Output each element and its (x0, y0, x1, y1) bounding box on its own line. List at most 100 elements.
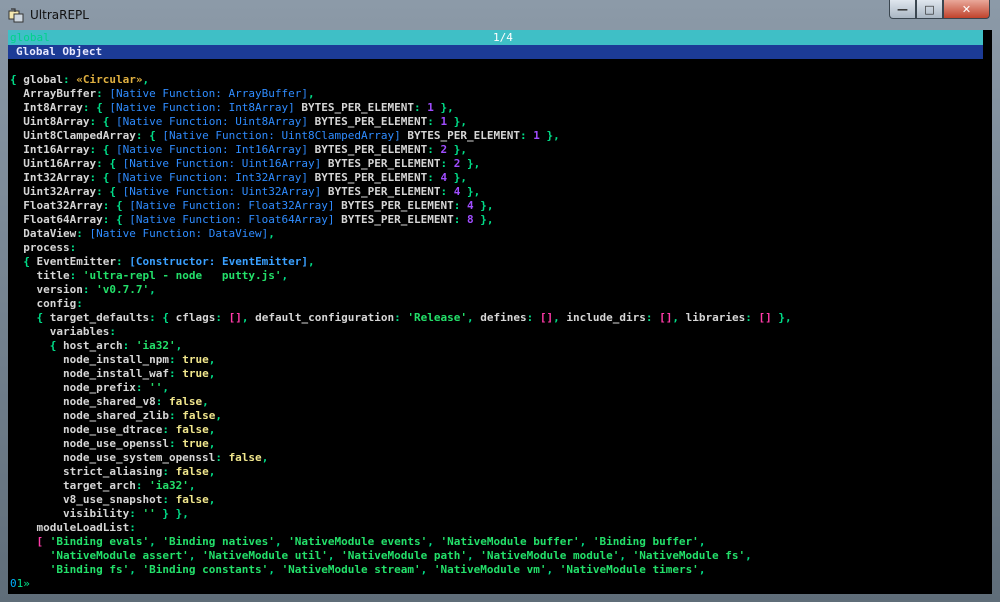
output-token: }, (460, 185, 481, 198)
output-line: moduleLoadList: (10, 521, 792, 535)
output-line: strict_aliasing: false, (10, 465, 792, 479)
output-token: 'ia32' (135, 339, 176, 352)
output-token: , (208, 367, 216, 380)
output-token: [Native Function: Uint8Array] (115, 115, 309, 128)
output-line: node_use_openssl: true, (10, 437, 792, 451)
output-token: true (182, 353, 209, 366)
output-token: { (10, 311, 50, 324)
output-line: Float64Array: { [Native Function: Float6… (10, 213, 792, 227)
output-token: false (175, 423, 209, 436)
output-token: : { (96, 157, 123, 170)
output-line: visibility: '' } }, (10, 507, 792, 521)
output-token: [Native Function: Float64Array] (129, 213, 335, 226)
context-tab-name[interactable]: global (10, 31, 50, 44)
output-token: , (142, 73, 150, 86)
output-token: node_shared_v8 (10, 395, 156, 408)
output-token: 'ia32' (149, 479, 189, 492)
output-token: , (672, 311, 686, 324)
context-tab-bar[interactable]: global 1/4 (8, 30, 983, 45)
output-token: 1 (533, 129, 540, 142)
output-token: include_dirs (566, 311, 646, 324)
output-token: : (427, 143, 441, 156)
output-line: 'NativeModule assert', 'NativeModule uti… (10, 549, 792, 563)
output-token: : (122, 339, 136, 352)
minimize-icon: — (897, 2, 908, 16)
output-token: : (427, 115, 441, 128)
output-token: , (175, 339, 183, 352)
page-indicator: 1/4 (493, 31, 513, 44)
output-token: }, (473, 213, 494, 226)
output-token: : (162, 493, 176, 506)
output-token: Uint8ClampedArray (10, 129, 136, 142)
output-token: , (420, 563, 434, 576)
output-token: BYTES_PER_ELEMENT (334, 213, 454, 226)
output-token: Uint8Array (10, 115, 90, 128)
output-token: false (175, 465, 209, 478)
output-token: , (208, 493, 216, 506)
output-token: : (453, 199, 467, 212)
output-token: , (327, 549, 342, 562)
output-line: node_shared_zlib: false, (10, 409, 792, 423)
output-token: : (440, 157, 454, 170)
output-token: : (96, 87, 110, 100)
output-token: [] (539, 311, 554, 324)
output-token: [Native Function: ArrayBuffer] (109, 87, 309, 100)
output-line: node_install_npm: true, (10, 353, 792, 367)
output-line: target_arch: 'ia32', (10, 479, 792, 493)
output-token: , (149, 283, 156, 296)
output-token: EventEmitter (36, 255, 116, 268)
output-token: , (698, 563, 706, 576)
output-token: 'NativeModule fs' (632, 549, 746, 562)
repl-prompt[interactable]: 01» (10, 577, 30, 591)
repl-output: { global: «Circular», ArrayBuffer: [Nati… (10, 73, 792, 577)
output-token: , (698, 535, 706, 548)
output-token: , (467, 549, 481, 562)
output-token: BYTES_PER_ELEMENT (308, 143, 428, 156)
output-token: , (261, 451, 269, 464)
window-titlebar[interactable]: UltraREPL — □ ✕ (0, 0, 1000, 30)
output-token: BYTES_PER_ELEMENT (308, 171, 428, 184)
output-token: 'v0.7.7' (96, 283, 150, 296)
output-token: : (135, 381, 150, 394)
output-token: } }, (155, 507, 189, 520)
output-token: , (274, 535, 289, 548)
output-token: node_use_openssl (10, 437, 169, 450)
output-token: , (162, 381, 169, 394)
output-token: }, (433, 101, 454, 114)
output-token: , (149, 535, 163, 548)
console-area[interactable]: global 1/4 Global Object { global: «Circ… (8, 30, 992, 594)
output-line: version: 'v0.7.7', (10, 283, 792, 297)
output-token: : (162, 465, 176, 478)
output-token: , (467, 311, 481, 324)
output-token: }, (447, 115, 468, 128)
output-token: : (215, 451, 229, 464)
maximize-button[interactable]: □ (916, 0, 943, 19)
output-token: : (168, 353, 183, 366)
output-token: '' (142, 507, 156, 520)
output-token: : (162, 423, 176, 436)
close-button[interactable]: ✕ (943, 0, 990, 19)
output-token: host_arch (62, 339, 123, 352)
output-token: target_arch (10, 479, 136, 492)
minimize-button[interactable]: — (889, 0, 916, 19)
output-line: Uint8Array: { [Native Function: Uint8Arr… (10, 115, 792, 129)
output-line: Int8Array: { [Native Function: Int8Array… (10, 101, 792, 115)
output-token: 'Release' (407, 311, 468, 324)
output-token: 'NativeModule buffer' (440, 535, 580, 548)
output-token: , (745, 549, 752, 562)
output-line: { target_defaults: { cflags: [], default… (10, 311, 791, 325)
output-token: : (69, 241, 77, 254)
output-token: , (579, 535, 593, 548)
output-token: : { (149, 311, 176, 324)
output-token: v8_use_snapshot (10, 493, 163, 506)
output-token: , (129, 563, 143, 576)
output-line: ArrayBuffer: [Native Function: ArrayBuff… (10, 87, 792, 101)
output-token: }, (460, 157, 481, 170)
output-token: : (519, 129, 534, 142)
output-token: cflags (175, 311, 216, 324)
output-token: [] (659, 311, 673, 324)
output-token: { (10, 255, 37, 268)
output-token: 'NativeModule events' (288, 535, 428, 548)
output-token: 'NativeModule path' (341, 549, 467, 562)
output-token: [Native Function: Uint16Array] (122, 157, 322, 170)
